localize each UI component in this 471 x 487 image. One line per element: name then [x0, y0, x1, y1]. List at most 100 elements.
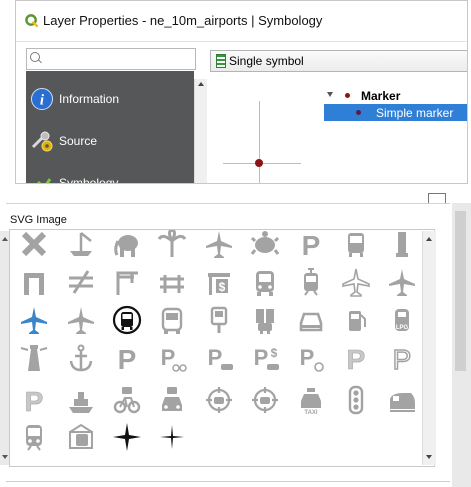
- svg-option-anchor[interactable]: [63, 339, 99, 377]
- bus-circle-icon: [112, 305, 142, 335]
- sidebar-item-source[interactable]: Source: [26, 121, 194, 161]
- svg-option-cross[interactable]: [16, 230, 52, 263]
- svg-option-parking-disabled[interactable]: P: [293, 339, 329, 377]
- svg-option-airplane-blue[interactable]: [16, 301, 52, 339]
- svg-text:P: P: [25, 386, 44, 415]
- svg-text:P: P: [118, 344, 137, 373]
- svg-option-fuel[interactable]: [338, 301, 374, 339]
- svg-option-parking-car[interactable]: P: [201, 339, 237, 377]
- svg-option-lpg[interactable]: LPG: [384, 301, 420, 339]
- svg-option-airplane[interactable]: [384, 263, 420, 301]
- right-scrollbar[interactable]: [452, 203, 471, 487]
- sidebar-item-label: Information: [59, 92, 120, 106]
- parking-paid-icon: P $: [254, 345, 279, 370]
- tree-item-simple-marker[interactable]: Simple marker: [324, 104, 467, 121]
- scroll-up-icon[interactable]: [198, 82, 204, 86]
- tram-stop-icon: [69, 423, 93, 449]
- sidebar-scrollbar[interactable]: [194, 79, 207, 183]
- svg-option-cross-thin[interactable]: [154, 418, 190, 456]
- svg-text:TAXI: TAXI: [304, 410, 318, 415]
- svg-option-parking-pattern[interactable]: P: [338, 339, 374, 377]
- svg-option-bus-front[interactable]: [247, 263, 283, 301]
- outer-scrollbar[interactable]: [0, 231, 9, 465]
- svg-option-toll[interactable]: $: [201, 263, 237, 301]
- sidebar-item-symbology[interactable]: Symbology: [26, 163, 194, 183]
- svg-option-boat-crane[interactable]: [63, 230, 99, 263]
- svg-option-gate[interactable]: [16, 263, 52, 301]
- title-bar[interactable]: Layer Properties - ne_10m_airports | Sym…: [16, 1, 467, 42]
- panel-float-icon[interactable]: [428, 193, 446, 203]
- svg-option-parking-paid[interactable]: P $: [247, 339, 283, 377]
- scroll-up-icon[interactable]: [426, 237, 432, 241]
- svg-option-palm[interactable]: [154, 230, 190, 263]
- svg-text:LPG: LPG: [396, 325, 409, 331]
- bus-front-icon: [256, 271, 274, 296]
- svg-option-parking-pattern[interactable]: P: [16, 381, 52, 419]
- svg-option-airplane[interactable]: [201, 230, 237, 263]
- svg-icon-grid: P $ LPG P P P P $ P P P P TAXI: [9, 229, 435, 467]
- svg-option-tram-stop[interactable]: [63, 418, 99, 456]
- svg-option-bus[interactable]: [338, 230, 374, 263]
- search-input[interactable]: [26, 48, 196, 70]
- svg-option-car-target[interactable]: [201, 381, 237, 419]
- scroll-down-icon[interactable]: [2, 455, 8, 459]
- svg-option-tram[interactable]: [293, 263, 329, 301]
- svg-option-not-equal[interactable]: [63, 263, 99, 301]
- svg-text:P: P: [302, 230, 321, 259]
- scroll-down-icon[interactable]: [426, 455, 432, 459]
- svg-text:P: P: [347, 344, 366, 373]
- svg-option-train-front[interactable]: [16, 418, 52, 456]
- svg-option-charging-station[interactable]: [247, 301, 283, 339]
- svg-option-ship[interactable]: [63, 381, 99, 419]
- search-icon: [30, 52, 40, 62]
- qgis-logo-icon: [25, 14, 38, 27]
- svg-option-car-rental[interactable]: [154, 381, 190, 419]
- svg-text:P: P: [254, 345, 269, 370]
- svg-option-airplane-outline[interactable]: [338, 263, 374, 301]
- parking-disabled-icon: P: [300, 345, 324, 372]
- scroll-up-icon[interactable]: [2, 237, 8, 241]
- scrollbar-thumb[interactable]: [455, 211, 466, 371]
- tree-item-marker[interactable]: Marker: [324, 87, 467, 104]
- svg-option-star-four-point[interactable]: [109, 418, 145, 456]
- svg-option-bus-outline[interactable]: [154, 301, 190, 339]
- svg-option-car-target[interactable]: [247, 381, 283, 419]
- airplane-icon: [206, 231, 232, 258]
- symbology-icon: [36, 178, 52, 183]
- svg-option-crane[interactable]: [109, 263, 145, 301]
- svg-option-parking[interactable]: P: [109, 339, 145, 377]
- expand-arrow-icon[interactable]: [327, 92, 333, 97]
- parking-icon: P: [118, 344, 137, 373]
- svg-option-taxi[interactable]: TAXI: [293, 381, 329, 419]
- lighthouse-icon: [20, 345, 48, 371]
- svg-grid-scrollbar[interactable]: [422, 231, 436, 465]
- tree-item-label: Simple marker: [376, 105, 454, 120]
- svg-option-lighthouse[interactable]: [16, 339, 52, 377]
- svg-option-bridge[interactable]: [154, 263, 190, 301]
- preview-axis-vertical: [259, 101, 260, 183]
- svg-option-parking-outline[interactable]: P: [384, 339, 420, 377]
- boat-crane-icon: [70, 232, 92, 256]
- svg-option-elephant[interactable]: [109, 230, 145, 263]
- renderer-select[interactable]: Single symbol: [210, 50, 467, 72]
- svg-text:$: $: [219, 280, 226, 294]
- svg-option-car[interactable]: [293, 301, 329, 339]
- svg-option-bus-stop[interactable]: [201, 301, 237, 339]
- ship-icon: [69, 392, 93, 413]
- sidebar-item-label: Source: [59, 134, 98, 148]
- tree-item-label: Marker: [361, 88, 401, 103]
- svg-option-turtle[interactable]: [247, 230, 283, 263]
- svg-option-train[interactable]: [384, 381, 420, 419]
- car-rental-icon: [162, 387, 182, 411]
- svg-option-parking[interactable]: P: [293, 230, 329, 263]
- svg-option-bus-circle[interactable]: [109, 301, 145, 339]
- bus-stop-icon: [210, 306, 228, 333]
- svg-option-airplane[interactable]: [63, 301, 99, 339]
- svg-option-bicycle-rental[interactable]: [109, 381, 145, 419]
- svg-option-traffic-light[interactable]: [338, 381, 374, 419]
- traffic-light-icon: [348, 385, 364, 415]
- svg-option-post[interactable]: [384, 230, 420, 263]
- svg-option-parking-bike[interactable]: P: [154, 339, 190, 377]
- bridge-icon: [160, 275, 184, 293]
- sidebar-item-information[interactable]: i Information: [26, 79, 194, 119]
